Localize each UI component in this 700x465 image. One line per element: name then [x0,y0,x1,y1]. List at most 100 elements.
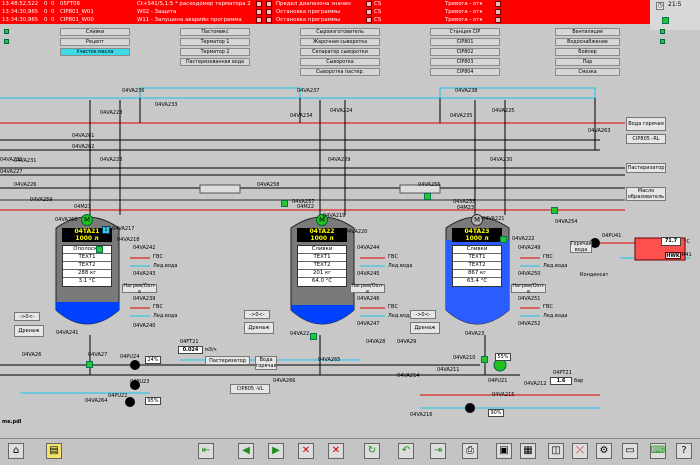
alarm-list[interactable]: 13:48:52,522 0 0 05FT06 Ct+S41/S,1:5 * р… [0,0,650,24]
valve-04va232[interactable]: 04VA232 [0,157,22,163]
back-icon[interactable]: ⇤ [198,443,214,459]
valve-04va240[interactable]: 04VA240 [133,323,155,329]
valve-04va211[interactable]: 04VA211 [437,367,459,373]
valve-04va233[interactable]: 04VA233 [155,102,177,108]
valve-04va26[interactable]: 04VA26 [22,352,41,358]
hot-water-box-3[interactable]: Горячая вода [570,241,592,253]
save-icon[interactable]: ▣ [496,443,512,459]
valve-04va250[interactable]: 04VA250 [518,271,540,277]
nav-button-cip803[interactable]: CIP803 [430,58,500,66]
valve-04va223[interactable]: 04VA223 [100,110,122,116]
valve-04va255[interactable]: 04VA255 [453,199,475,205]
nav-button-boiler[interactable]: Бойлер [555,48,620,56]
print-icon[interactable]: ⎙ [462,443,478,459]
alarm-ack-checkbox[interactable] [366,1,372,7]
alarm-ack-checkbox[interactable] [495,17,501,23]
valve-04va242[interactable]: 04VA242 [133,245,155,251]
nav-button-pastomix[interactable]: Пастомикс [180,28,250,36]
valve-04va256[interactable]: 04VA256 [418,182,440,188]
valve-04va236[interactable]: 04VA236 [122,88,144,94]
valve-04va28[interactable]: 04VA28 [366,339,385,345]
help-icon[interactable]: ? [676,443,692,459]
valve-04va263[interactable]: 04VA263 [588,128,610,134]
drain-button[interactable]: Дренаж [14,325,44,337]
valve-04va219[interactable]: 04VA219 [323,213,345,219]
keyboard-icon[interactable]: ⌨ [650,443,666,459]
alarm-ack-checkbox[interactable] [266,1,272,7]
alarm-ack-checkbox[interactable] [266,9,272,15]
valve-04va229[interactable]: 04VA229 [328,157,350,163]
tank-04ta23[interactable]: M 04TA23 1000 л Сливки TEXT1 TEXT2 867 кг… [440,210,515,335]
valve-04va243[interactable]: 04VA243 [133,271,155,277]
pasteurizer-button[interactable]: Пастеризатор [626,163,666,173]
valve-04va249[interactable]: 04VA249 [518,245,540,251]
valve-04va226[interactable]: 04VA226 [14,182,36,188]
alarm-ack-checkbox[interactable] [256,9,262,15]
nav-button-cip801[interactable]: CIP801 [430,38,500,46]
nav-button-recipe[interactable]: Рецепт [60,38,130,46]
arrows-button[interactable]: ->0<- [244,310,270,319]
alarm-row[interactable]: 13:48:52,522 0 0 05FT06 Ct+S41/S,1:5 * р… [0,0,650,8]
arrows-button[interactable]: ->0<- [410,310,436,319]
monitor-icon[interactable]: ▭ [622,443,638,459]
refresh-icon[interactable]: ↻ [364,443,380,459]
valve-04va266[interactable]: 04VA266 [273,378,295,384]
arrow-left-icon[interactable]: ◀ [238,443,254,459]
nav-button-cheesemaker[interactable]: Сыроизготовитель [300,28,380,36]
nav-button-water-supply[interactable]: Водоснабжение [555,38,620,46]
valve-04va235[interactable]: 04VA235 [450,113,472,119]
pasteurizer-button-2[interactable]: Пастеризатор [205,356,250,365]
valve-04va259[interactable]: 04VA259 [30,197,52,203]
valve-04va225[interactable]: 04VA225 [492,108,514,114]
heat-cool-button[interactable]: Нагрев/Охл-е [511,283,546,295]
valve-04va257[interactable]: 04VA257 [292,199,314,205]
nav-button-ventilation[interactable]: Вентиляция [555,28,620,36]
alarm-ack-checkbox[interactable] [266,17,272,23]
valve-04va241[interactable]: 04VA241 [56,330,78,336]
alarm-ack-checkbox[interactable] [366,9,372,15]
valve-04va27[interactable]: 04VA27 [88,352,107,358]
valve-04va228[interactable]: 04VA228 [100,157,122,163]
cancel-icon[interactable]: ✕ [298,443,314,459]
valve-04va247[interactable]: 04VA247 [357,321,379,327]
heat-cool-button[interactable]: Нагрев/Охл-е [350,283,385,295]
valve-04va215[interactable]: 04VA215 [492,392,514,398]
valve-04va244[interactable]: 04VA244 [357,245,379,251]
nav-button-whey-separator[interactable]: Сепаратор сыворотки [300,48,380,56]
valve-04va218[interactable]: 04VA218 [117,237,139,243]
alarm-row[interactable]: 13:34:30,965 0 0 CIP801_W01 W02 - Защита… [0,8,650,16]
nav-button-slivki[interactable]: Сливки [60,28,130,36]
valve-04va220[interactable]: 04VA220 [345,229,367,235]
hot-water-box-2[interactable]: Вода горячая [255,356,277,370]
drain-button[interactable]: Дренаж [244,322,274,334]
nav-button-cip-station[interactable]: Станция CIP [430,28,500,36]
valve-04va265[interactable]: 04VA265 [318,357,340,363]
valve-04va216[interactable]: 04VA216 [410,412,432,418]
folder-icon[interactable]: ▤ [46,443,62,459]
heat-cool-button[interactable]: Нагрев/Охл-е [122,283,157,295]
valve-04va214[interactable]: 04VA214 [397,373,419,379]
alarm-ack-checkbox[interactable] [366,17,372,23]
cip805-rl-box[interactable]: CIP805 -RL [626,134,666,144]
nav-button-cip802[interactable]: CIP802 [430,48,500,56]
valve-04va261[interactable]: 04VA261 [72,133,94,139]
exit-icon[interactable]: ⤫ [572,443,588,459]
valve-04va258[interactable]: 04VA258 [257,182,279,188]
valve-04va23[interactable]: 04VA23 [465,331,484,337]
valve-04va224[interactable]: 04VA224 [330,108,352,114]
valve-04va210[interactable]: 04VA210 [453,355,475,361]
pump-04pu21[interactable]: 04PU21 [488,378,507,384]
valve-04va237[interactable]: 04VA237 [297,88,319,94]
nav-button-termator-1[interactable]: Терматор 1 [180,38,250,46]
stop-icon[interactable]: ✕ [328,443,344,459]
valve-04va227[interactable]: 04VA227 [0,169,22,175]
pump-04pu41[interactable]: 04PU41 [602,233,621,239]
valve-04va246[interactable]: 04VA246 [357,296,379,302]
home-icon[interactable]: ⌂ [8,443,24,459]
valve-04va260[interactable]: 04VA260 [55,217,77,223]
valve-04va252[interactable]: 04VA252 [518,321,540,327]
alarm-ack-checkbox[interactable] [495,9,501,15]
forward-icon[interactable]: ⇥ [430,443,446,459]
report-icon[interactable]: ▦ [520,443,536,459]
pump-04pu22[interactable]: 04PU22 [108,393,127,399]
